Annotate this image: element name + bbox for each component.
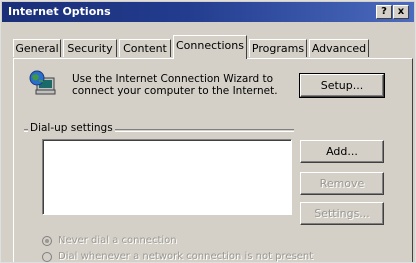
tab-connections[interactable]: Connections — [173, 35, 247, 59]
dialup-connections-list[interactable] — [42, 139, 292, 215]
dialup-settings-label: Dial-up settings — [28, 122, 115, 134]
dial-when-no-network-radio[interactable] — [42, 252, 52, 262]
setup-button[interactable]: Setup... — [299, 73, 385, 98]
never-dial-radio[interactable] — [42, 236, 52, 246]
tab-content[interactable]: Content — [119, 39, 171, 57]
tab-general[interactable]: General — [13, 39, 61, 57]
never-dial-label: Never dial a connection — [58, 235, 177, 246]
title-bar[interactable]: Internet Options ? x — [2, 2, 414, 22]
tab-security[interactable]: Security — [63, 39, 117, 57]
computer-globe-icon — [29, 70, 56, 95]
settings-button[interactable]: Settings... — [300, 202, 384, 225]
connections-panel: Use the Internet Connection Wizard to co… — [13, 58, 413, 262]
internet-options-dialog: Internet Options ? x General Security Co… — [0, 0, 416, 263]
dial-when-no-network-label: Dial whenever a network connection is no… — [58, 251, 314, 262]
close-button[interactable]: x — [393, 5, 409, 19]
add-button[interactable]: Add... — [300, 140, 384, 163]
wizard-description: Use the Internet Connection Wizard to co… — [72, 73, 278, 97]
help-button[interactable]: ? — [376, 5, 392, 19]
remove-button[interactable]: Remove — [300, 172, 384, 195]
tab-programs[interactable]: Programs — [249, 39, 307, 57]
tab-advanced[interactable]: Advanced — [309, 39, 369, 57]
window-title: Internet Options — [8, 5, 111, 18]
